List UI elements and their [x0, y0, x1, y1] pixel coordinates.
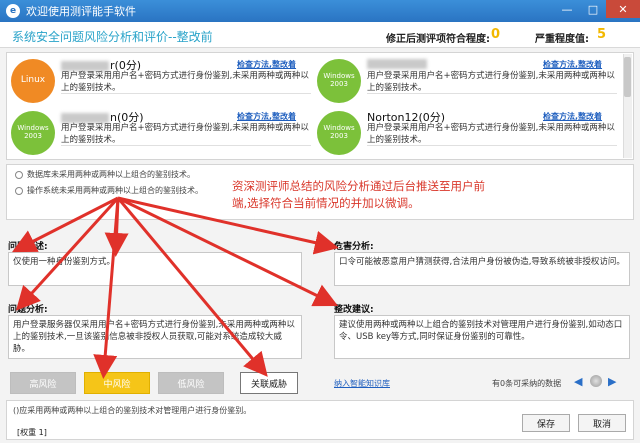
check-method-link[interactable]: 检查方法,整改着 [237, 111, 296, 122]
window-controls: — □ ✕ [554, 0, 640, 18]
window-title: 欢迎使用测评能手软件 [26, 5, 136, 18]
mid-risk-button[interactable]: 中风险 [84, 372, 150, 394]
check-method-link[interactable]: 检查方法,整改着 [543, 59, 602, 70]
low-risk-button[interactable]: 低风险 [158, 372, 224, 394]
footer-requirement-text: ()应采用两种或两种以上组合的鉴别技术对管理用户进行身份鉴别。 [13, 406, 252, 415]
problem-analysis-textarea[interactable]: 用户登录服务器仅采用用户名+密码方式进行身份鉴别,未采用两种或两种以上的鉴别技术… [8, 315, 302, 359]
asset-card[interactable]: Windows 2003 Norton12(0分) 检查方法,整改着 用户登录采… [317, 107, 623, 159]
save-button[interactable]: 保存 [522, 414, 570, 432]
knowledge-base-link[interactable]: 纳入智能知识库 [334, 378, 390, 389]
problem-desc-textarea[interactable]: 仅使用一种身份鉴别方式。 [8, 252, 302, 286]
harm-analysis-textarea[interactable]: 口令可能被恶意用户猜测获得,合法用户身份被伪造,导致系统被非授权访问。 [334, 252, 630, 286]
check-method-link[interactable]: 检查方法,整改着 [237, 59, 296, 70]
asset-desc: 用户登录采用用户名+密码方式进行身份鉴别,未采用两种或两种以上的鉴别技术。 [367, 70, 617, 94]
option-label: 数据库未采用两种或两种以上组合的鉴别技术。 [27, 170, 195, 179]
severity-value: 5 [597, 27, 607, 42]
title-bar: e 欢迎使用测评能手软件 — □ ✕ [0, 0, 640, 22]
check-method-link[interactable]: 检查方法,整改着 [543, 111, 602, 122]
linux-icon: Linux [11, 59, 55, 103]
maximize-button[interactable]: □ [580, 0, 606, 18]
weight-text: [权重 1] [17, 428, 47, 437]
prev-arrow-icon[interactable]: ◀ [574, 375, 582, 388]
harm-analysis-label: 危害分析: [334, 242, 374, 252]
severity-label: 严重程度值: [535, 34, 589, 45]
fixed-count-label: 修正后测评项符合程度: [386, 34, 490, 45]
redacted-name [367, 59, 427, 69]
high-risk-button[interactable]: 高风险 [10, 372, 76, 394]
asset-card[interactable]: Linux r(0分) 检查方法,整改着 用户登录采用用户名+密码方式进行身份鉴… [11, 55, 317, 107]
asset-desc: 用户登录采用用户名+密码方式进行身份鉴别,未采用两种或两种以上的鉴别技术。 [61, 122, 311, 146]
problem-analysis-label: 问题分析: [8, 305, 48, 315]
app-logo-icon: e [6, 4, 20, 18]
fixed-count-value: 0 [491, 27, 501, 42]
windows-icon: Windows 2003 [11, 111, 55, 155]
asset-card[interactable]: Windows 2003 检查方法,整改着 用户登录采用用户名+密码方式进行身份… [317, 55, 623, 107]
radio-button[interactable] [15, 186, 23, 195]
option-item[interactable]: 操作系统未采用两种或两种以上组合的鉴别技术。 [15, 185, 203, 196]
asset-name [367, 57, 428, 70]
asset-desc: 用户登录采用用户名+密码方式进行身份鉴别,未采用两种或两种以上的鉴别技术。 [367, 122, 617, 146]
cancel-button[interactable]: 取消 [578, 414, 626, 432]
page-title: 系统安全问题风险分析和评价--整改前 [12, 30, 213, 44]
annotation-text: 资深测评师总结的风险分析通过后台推送至用户前端,选择符合当前情况的并加以微调。 [232, 179, 485, 210]
windows-icon: Windows 2003 [317, 59, 361, 103]
count-text: 有0条可采纳的数据 [492, 379, 562, 388]
asset-card[interactable]: Windows 2003 n(0分) 检查方法,整改着 用户登录采用用户名+密码… [11, 107, 317, 159]
next-arrow-icon[interactable]: ▶ [608, 375, 616, 388]
radio-button[interactable] [15, 170, 23, 179]
page-header: 系统安全问题风险分析和评价--整改前 修正后测评项符合程度: 0 严重程度值: … [0, 22, 640, 48]
option-item[interactable]: 数据库未采用两种或两种以上组合的鉴别技术。 [15, 169, 195, 180]
minimize-button[interactable]: — [554, 0, 580, 18]
option-label: 操作系统未采用两种或两种以上组合的鉴别技术。 [27, 186, 203, 195]
asset-desc: 用户登录采用用户名+密码方式进行身份鉴别,未采用两种或两种以上的鉴别技术。 [61, 70, 311, 94]
asset-card-list: Linux r(0分) 检查方法,整改着 用户登录采用用户名+密码方式进行身份鉴… [6, 52, 634, 160]
page-dot-icon [590, 375, 602, 387]
fix-suggestion-label: 整改建议: [334, 305, 374, 315]
problem-desc-label: 问题描述: [8, 242, 48, 252]
close-button[interactable]: ✕ [606, 0, 640, 18]
related-threat-button[interactable]: 关联威胁 [240, 372, 298, 394]
windows-icon: Windows 2003 [317, 111, 361, 155]
fix-suggestion-textarea[interactable]: 建议使用两种或两种以上组合的鉴别技术对管理用户进行身份鉴别,如动态口令、USB … [334, 315, 630, 359]
scrollbar-thumb[interactable] [624, 57, 631, 97]
